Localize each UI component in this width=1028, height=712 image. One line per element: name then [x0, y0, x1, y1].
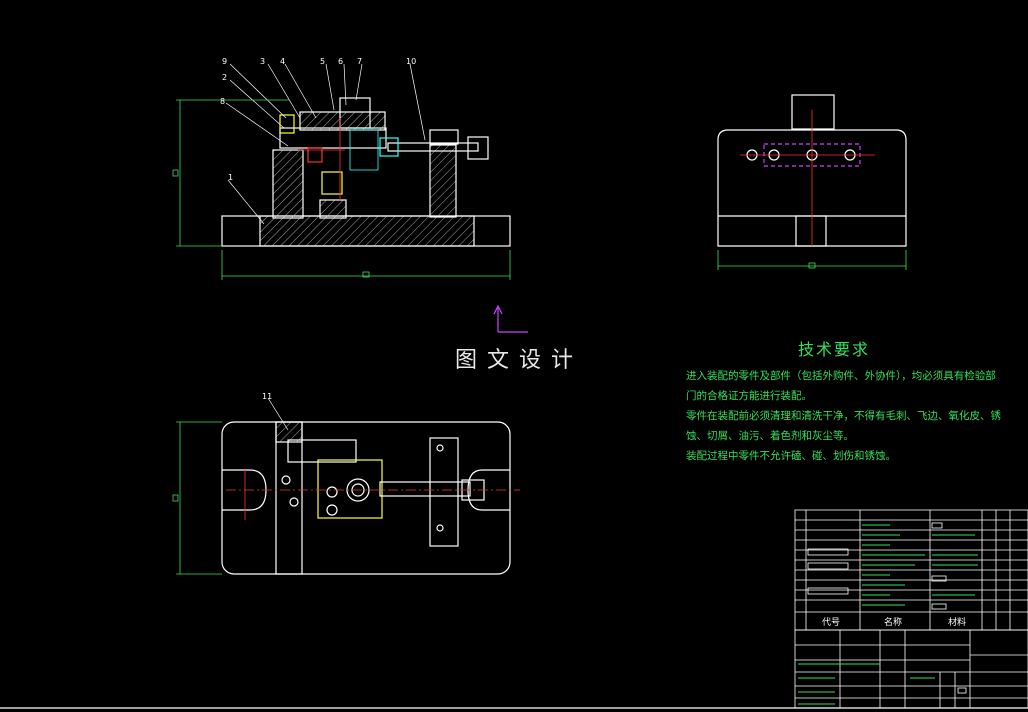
- top-dimensions: [172, 421, 222, 575]
- bom-header-material: 材料: [948, 618, 967, 628]
- side-dimensions: [717, 250, 907, 270]
- tech-req-line-3: 零件在装配前必须清理和清洗干净，不得有毛刺、飞边、氧化皮、锈: [686, 410, 1001, 422]
- part-callout-label: 4: [280, 57, 286, 66]
- watermark-text: 图文设计: [455, 348, 584, 373]
- tech-requirements-title: 技术要求: [798, 340, 871, 359]
- part-callout-label: 10: [406, 57, 417, 66]
- part-callout-label: 6: [338, 57, 344, 66]
- part-callout-label: 7: [357, 57, 363, 66]
- bom-header-code: 代号: [822, 618, 841, 628]
- front-view: [221, 97, 511, 247]
- part-callout-label: 5: [320, 57, 326, 66]
- tech-req-line-2: 门的合格证方能进行装配。: [686, 390, 812, 402]
- part-callout-label: 2: [222, 73, 228, 82]
- part-callout-label: 1: [228, 173, 234, 182]
- part-callout-label: 8: [220, 97, 226, 106]
- tech-req-line-4: 蚀、切屑、油污、着色剂和灰尘等。: [686, 430, 854, 442]
- top-view: [221, 421, 520, 575]
- watermark-arrow: [493, 304, 528, 333]
- part-callout-label: 3: [260, 57, 266, 66]
- tech-req-line-1: 进入装配的零件及部件（包括外购件、外协件），均必须具有检验部: [686, 370, 996, 382]
- bom-header-name: 名称: [884, 618, 903, 628]
- tech-req-line-5: 装配过程中零件不允许磕、碰、划伤和锈蚀。: [686, 450, 896, 462]
- part-callout-label: 11: [262, 392, 273, 401]
- part-callout-label: 9: [222, 57, 228, 66]
- side-view: [717, 94, 907, 247]
